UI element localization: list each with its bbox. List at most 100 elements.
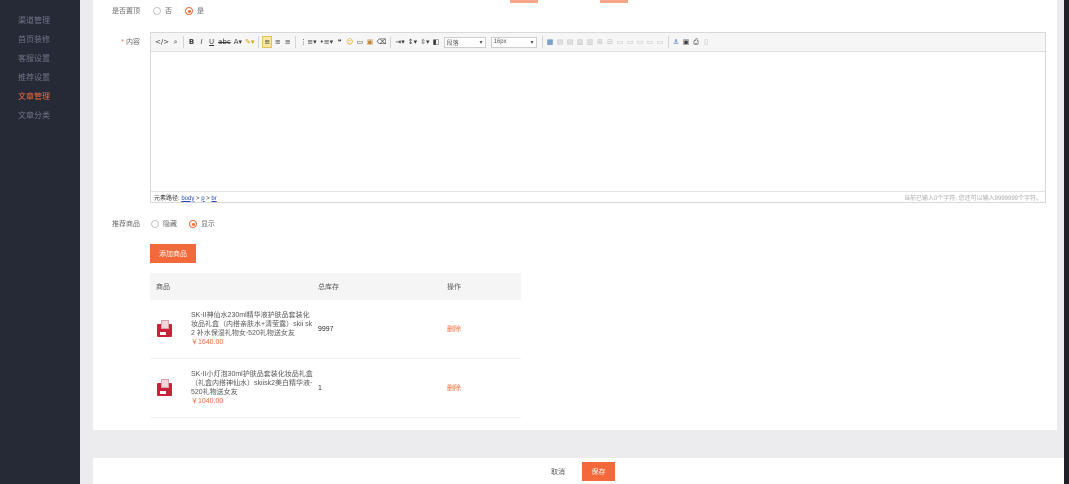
table-merge-right-icon[interactable]: ▭ <box>616 36 625 48</box>
toolbar-divider <box>541 36 543 48</box>
italic-icon[interactable]: I <box>197 36 206 48</box>
product-thumbnail[interactable] <box>156 318 174 340</box>
editor-toolbar: </> ⌕ B I U abc A▾ ✎▾ ≡ ≡ ≡ ⋮≡▾ •≡▾ ❝ ☺ … <box>151 33 1045 52</box>
clear-format-icon[interactable]: ⌫ <box>375 36 387 48</box>
sidebar-item-channel[interactable]: 渠道管理 <box>18 15 50 26</box>
radio-dot[interactable] <box>151 220 159 228</box>
table-row: SK-II小灯泡30ml护肤品套装化妆品礼盒（礼盒内搭神仙水）skiisk2美白… <box>150 359 521 418</box>
radio-dot[interactable] <box>185 7 193 15</box>
image-icon[interactable]: ▣ <box>365 36 374 48</box>
toolbar-divider <box>390 36 392 48</box>
stock-cell: 1 <box>318 384 322 392</box>
ordered-list-icon[interactable]: ⋮≡▾ <box>299 36 317 48</box>
action-cell: 删除 <box>447 383 521 393</box>
recommend-show-radio[interactable]: 显示 <box>189 219 215 229</box>
preview-icon[interactable]: ▣ <box>682 36 691 48</box>
indent-icon[interactable]: ⇥▾ <box>394 36 405 48</box>
sidebar-item-recommend[interactable]: 推荐设置 <box>18 72 50 83</box>
tab-indicator <box>510 0 538 3</box>
table-header: 商品 总库存 操作 <box>150 273 521 300</box>
rtl-icon[interactable]: ◧ <box>432 36 441 48</box>
blockquote-icon[interactable]: ❝ <box>335 36 344 48</box>
top-no-radio[interactable]: 否 <box>153 6 172 16</box>
line-height-icon[interactable]: ↕▾ <box>407 36 418 48</box>
recommend-hide-radio[interactable]: 隐藏 <box>151 219 177 229</box>
path-link-p[interactable]: p <box>201 196 204 202</box>
align-center-icon[interactable]: ≡ <box>273 36 282 48</box>
required-mark: * <box>121 39 124 46</box>
top-yes-radio[interactable]: 是 <box>185 6 204 16</box>
format-painter-icon[interactable]: ▯ <box>702 36 711 48</box>
table-insert-col-icon[interactable]: ▥ <box>576 36 585 48</box>
find-icon[interactable]: ⌕ <box>171 36 180 48</box>
save-button[interactable]: 保存 <box>582 462 615 481</box>
radio-label: 隐藏 <box>163 221 177 228</box>
sidebar-item-customer-service[interactable]: 客服设置 <box>18 53 50 64</box>
source-icon[interactable]: </> <box>154 36 170 48</box>
highlight-icon[interactable]: ✎▾ <box>244 36 255 48</box>
table-insert-row-icon[interactable]: ▤ <box>556 36 565 48</box>
table-merge-icon[interactable]: ⊞ <box>596 36 605 48</box>
underline-icon[interactable]: U <box>207 36 216 48</box>
element-path: 元素路径: body > p > br <box>154 195 217 202</box>
table-delete-col-icon[interactable]: ▥ <box>586 36 595 48</box>
sidebar-item-home-decor[interactable]: 首页装修 <box>18 34 50 45</box>
cancel-button[interactable]: 取消 <box>539 462 577 481</box>
content-label-text: 内容 <box>126 39 140 46</box>
strikethrough-icon[interactable]: abc <box>217 36 232 48</box>
toolbar-divider <box>667 36 669 48</box>
table-merge-down-icon[interactable]: ▭ <box>626 36 635 48</box>
product-info: SK-II神仙水230ml精华液护肤品套装化妆品礼盒（内搭亲肤水+清莹露）ski… <box>191 311 314 347</box>
print-icon[interactable]: ⎙ <box>692 36 701 48</box>
table-delete-row-icon[interactable]: ▤ <box>566 36 575 48</box>
path-link-br[interactable]: br <box>211 196 216 202</box>
chevron-down-icon: ▾ <box>530 39 534 46</box>
product-thumbnail[interactable] <box>156 377 174 399</box>
table-icon[interactable]: ▦ <box>546 36 555 48</box>
stock-cell: 9997 <box>318 325 334 333</box>
delete-link[interactable]: 删除 <box>447 385 461 392</box>
char-count: 当前已输入0个字符, 您还可以输入9999999个字符。 <box>903 195 1042 202</box>
product-table: 商品 总库存 操作 SK-II神仙水230ml精华液护肤品套装化妆品礼盒（内搭亲… <box>150 273 521 418</box>
product-price: ￥1640.00 <box>191 339 224 346</box>
product-cell: SK-II神仙水230ml精华液护肤品套装化妆品礼盒（内搭亲肤水+清莹露）ski… <box>150 311 318 347</box>
top-row-label: 是否置顶 <box>112 8 140 15</box>
paragraph-spacing-icon[interactable]: ⇳▾ <box>419 36 430 48</box>
table-split-icon[interactable]: ⊟ <box>606 36 615 48</box>
emoji-icon[interactable]: ☺ <box>345 36 354 48</box>
sidebar-item-articles[interactable]: 文章管理 <box>18 91 50 102</box>
radio-dot[interactable] <box>189 220 197 228</box>
bold-icon[interactable]: B <box>187 36 196 48</box>
action-cell: 删除 <box>447 324 521 334</box>
table-split-cols-icon[interactable]: ▭ <box>646 36 655 48</box>
product-title[interactable]: SK-II小灯泡30ml护肤品套装化妆品礼盒（礼盒内搭神仙水）skiisk2美白… <box>191 370 314 397</box>
path-link-body[interactable]: body <box>181 196 194 202</box>
unordered-list-icon[interactable]: •≡▾ <box>319 36 335 48</box>
editor-content-area[interactable] <box>151 52 1045 191</box>
product-title[interactable]: SK-II神仙水230ml精华液护肤品套装化妆品礼盒（内搭亲肤水+清莹露）ski… <box>191 311 314 338</box>
element-path-label: 元素路径: <box>154 195 180 202</box>
sidebar-item-article-category[interactable]: 文章分类 <box>18 110 50 121</box>
radio-label: 是 <box>197 8 204 15</box>
radio-dot[interactable] <box>153 7 161 15</box>
editor-statusbar: 元素路径: body > p > br 当前已输入0个字符, 您还可以输入999… <box>151 191 1045 202</box>
radio-label: 否 <box>165 8 172 15</box>
table-delete-icon[interactable]: ▭ <box>656 36 665 48</box>
paragraph-format-select[interactable]: 段落 ▾ <box>443 36 486 48</box>
anchor-icon[interactable]: ⚓ <box>672 36 681 48</box>
align-right-icon[interactable]: ≡ <box>283 36 292 48</box>
paragraph-format-value: 段落 <box>446 40 459 47</box>
align-left-icon[interactable]: ≡ <box>262 36 273 48</box>
delete-link[interactable]: 删除 <box>447 326 461 333</box>
hr-icon[interactable]: ▭ <box>355 36 364 48</box>
product-price: ￥1040.00 <box>191 398 224 405</box>
toolbar-divider <box>295 36 297 48</box>
column-header-action: 操作 <box>447 283 461 291</box>
product-cell: SK-II小灯泡30ml护肤品套装化妆品礼盒（礼盒内搭神仙水）skiisk2美白… <box>150 370 318 406</box>
add-product-button[interactable]: 添加商品 <box>150 244 196 263</box>
font-size-select[interactable]: 16px ▾ <box>490 36 537 48</box>
window-edge <box>1064 0 1069 484</box>
font-color-icon[interactable]: A▾ <box>233 36 243 48</box>
rich-text-editor[interactable]: </> ⌕ B I U abc A▾ ✎▾ ≡ ≡ ≡ ⋮≡▾ •≡▾ ❝ ☺ … <box>150 32 1046 203</box>
table-split-rows-icon[interactable]: ▭ <box>636 36 645 48</box>
